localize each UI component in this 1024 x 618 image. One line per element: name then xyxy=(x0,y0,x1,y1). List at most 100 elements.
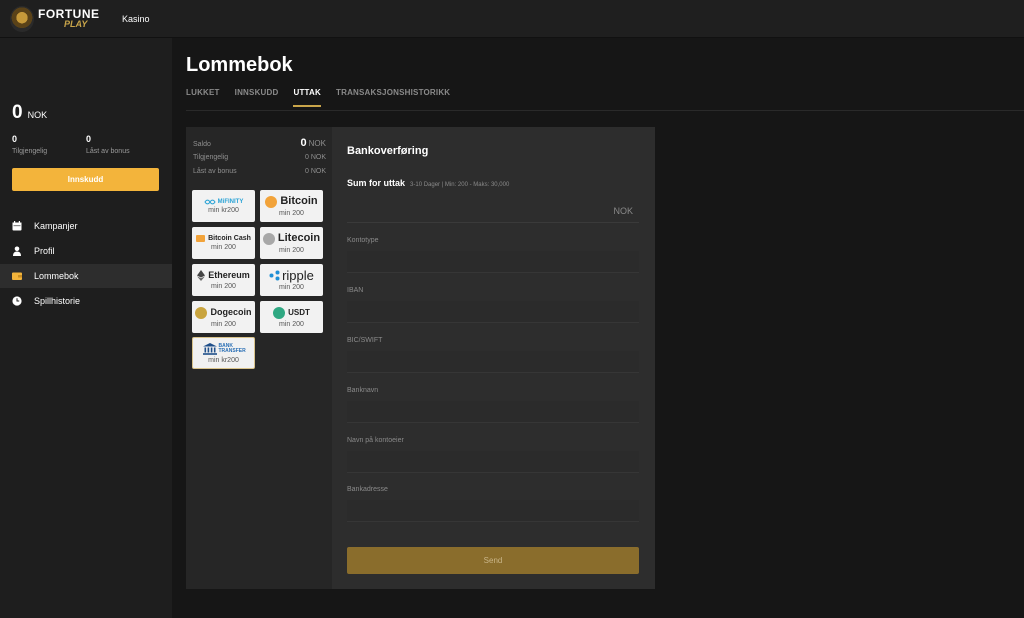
bank-name-label: Banknavn xyxy=(347,387,379,394)
iban-label: IBAN xyxy=(347,287,364,294)
available-row: Tilgjengelig 0 NOK xyxy=(193,154,326,161)
method-name: ripple xyxy=(282,268,314,283)
fortune-play-logo[interactable]: FORTUNE PLAY xyxy=(10,5,110,32)
method-litecoin[interactable]: Litecoin min 200 xyxy=(260,227,323,259)
method-name: Bitcoin Cash xyxy=(208,235,251,242)
account-holder-field[interactable] xyxy=(347,451,639,473)
method-min: min kr200 xyxy=(208,206,239,214)
sidebar-item-spillhistorie[interactable]: Spillhistorie xyxy=(0,289,172,313)
litecoin-icon xyxy=(262,232,275,245)
account-holder-label: Navn på kontoeier xyxy=(347,437,404,444)
method-bank-transfer[interactable]: BANK TRANSFER min kr200 xyxy=(192,337,255,369)
method-name: Ethereum xyxy=(208,270,250,280)
tab-transaksjonshistorikk[interactable]: TRANSAKSJONSHISTORIKK xyxy=(336,88,450,107)
bitcoin-cash-icon xyxy=(196,235,206,242)
available-summary-value: 0 NOK xyxy=(304,154,326,161)
send-button[interactable]: Send xyxy=(347,547,639,574)
method-min: min 200 xyxy=(211,244,236,251)
method-name: Litecoin xyxy=(277,232,321,244)
payment-methods-panel: Saldo 0 NOK Tilgjengelig 0 NOK Låst av bo… xyxy=(186,127,332,589)
saldo-value: 0 NOK xyxy=(300,137,326,149)
bonus-label: Låst av bonus xyxy=(86,148,130,155)
bank-address-label: Bankadresse xyxy=(347,486,388,493)
bank-icon xyxy=(202,342,217,355)
method-name: Dogecoin xyxy=(210,307,252,317)
method-bitcoin-cash[interactable]: Bitcoin Cash min 200 xyxy=(192,227,255,259)
method-min: min 200 xyxy=(211,320,236,328)
tab-innskudd[interactable]: INNSKUDD xyxy=(235,88,279,107)
available-label: Tilgjengelig xyxy=(12,148,48,155)
method-name: MiFINITY xyxy=(217,198,244,205)
bank-name-field[interactable] xyxy=(347,401,639,423)
withdrawal-form: Bankoverføring Sum for uttak 3-10 Dager … xyxy=(332,127,655,589)
method-ethereum[interactable]: Ethereum min 200 xyxy=(192,264,255,296)
saldo-row: Saldo 0 NOK xyxy=(193,137,326,149)
amount-input[interactable] xyxy=(347,199,639,223)
amount-unit: NOK xyxy=(613,206,633,216)
available-value: 0 xyxy=(12,134,18,144)
deposit-button[interactable]: Innskudd xyxy=(12,168,159,191)
method-min: min 200 xyxy=(279,320,304,328)
bitcoin-icon xyxy=(265,195,278,208)
bic-swift-label: BIC/SWIFT xyxy=(347,337,383,344)
logo-word-play: PLAY xyxy=(64,19,88,29)
method-min: min kr200 xyxy=(208,356,239,364)
sidebar-item-profil[interactable]: Profil xyxy=(0,239,172,263)
account-type-label: Kontotype xyxy=(347,237,379,244)
ethereum-icon xyxy=(197,270,206,281)
method-bitcoin[interactable]: Bitcoin min 200 xyxy=(260,190,323,222)
balance-display: 0 NOK xyxy=(12,102,47,124)
sidebar-nav: Kampanjer Profil Lommebok Spillhistorie xyxy=(0,214,172,314)
method-name: Bitcoin xyxy=(280,195,318,207)
available-summary-label: Tilgjengelig xyxy=(193,154,229,161)
nav-link-kasino[interactable]: Kasino xyxy=(122,14,150,24)
method-min: min 200 xyxy=(279,209,304,217)
method-dogecoin[interactable]: Dogecoin min 200 xyxy=(192,301,255,333)
method-min: min 200 xyxy=(279,284,304,291)
sidebar-item-label: Spillhistorie xyxy=(34,296,81,306)
method-mifinity[interactable]: MiFINITY min kr200 xyxy=(192,190,255,222)
sidebar-item-label: Profil xyxy=(34,246,55,256)
method-usdt[interactable]: USDT min 200 xyxy=(260,301,323,333)
bic-swift-field[interactable] xyxy=(347,351,639,373)
ripple-icon xyxy=(269,270,280,281)
account-type-field[interactable] xyxy=(347,251,639,273)
balance-amount: 0 xyxy=(12,102,23,123)
user-icon xyxy=(13,246,21,256)
sidebar-item-kampanjer[interactable]: Kampanjer xyxy=(0,214,172,238)
clock-icon xyxy=(12,296,22,306)
sidebar-item-label: Lommebok xyxy=(34,271,79,281)
sum-label: Sum for uttak xyxy=(347,178,406,188)
tab-lukket[interactable]: LUKKET xyxy=(186,88,220,107)
bonus-summary-value: 0 NOK xyxy=(304,168,326,175)
bonus-value: 0 xyxy=(86,134,92,144)
sidebar: 0 NOK 0 Tilgjengelig 0 Låst av bonus Inn… xyxy=(0,38,172,618)
sidebar-item-lommebok[interactable]: Lommebok xyxy=(0,264,172,288)
withdraw-sum-row: Sum for uttak 3-10 Dager | Min: 200 - Ma… xyxy=(347,178,509,188)
method-min: min 200 xyxy=(211,283,236,290)
method-name: USDT xyxy=(288,307,310,317)
method-ripple[interactable]: ripple min 200 xyxy=(260,264,323,296)
lion-logo-icon xyxy=(10,5,34,32)
available-balance: 0 Tilgjengelig xyxy=(12,134,47,155)
page-title: Lommebok xyxy=(186,54,293,76)
method-min: min 200 xyxy=(279,246,304,254)
bank-address-field[interactable] xyxy=(347,500,639,522)
calendar-icon xyxy=(12,221,22,231)
wallet-tabs: LUKKET INNSKUDD UTTAK TRANSAKSJONSHISTOR… xyxy=(186,88,465,107)
wallet-icon xyxy=(12,272,22,280)
mifinity-icon xyxy=(204,199,216,204)
top-bar: FORTUNE PLAY Kasino xyxy=(0,0,1024,38)
iban-field[interactable] xyxy=(347,301,639,323)
tab-uttak[interactable]: UTTAK xyxy=(293,88,321,107)
tether-icon xyxy=(273,306,286,319)
balance-currency: NOK xyxy=(27,110,48,120)
form-title: Bankoverføring xyxy=(347,145,429,157)
tabs-divider xyxy=(186,110,1024,111)
bonus-summary-label: Låst av bonus xyxy=(193,168,237,175)
method-name: BANK TRANSFER xyxy=(218,342,246,354)
bonus-row: Låst av bonus 0 NOK xyxy=(193,168,326,175)
sum-hint: 3-10 Dager | Min: 200 - Maks: 30,000 xyxy=(410,182,510,188)
bonus-balance: 0 Låst av bonus xyxy=(86,134,130,155)
dogecoin-icon xyxy=(195,306,208,319)
